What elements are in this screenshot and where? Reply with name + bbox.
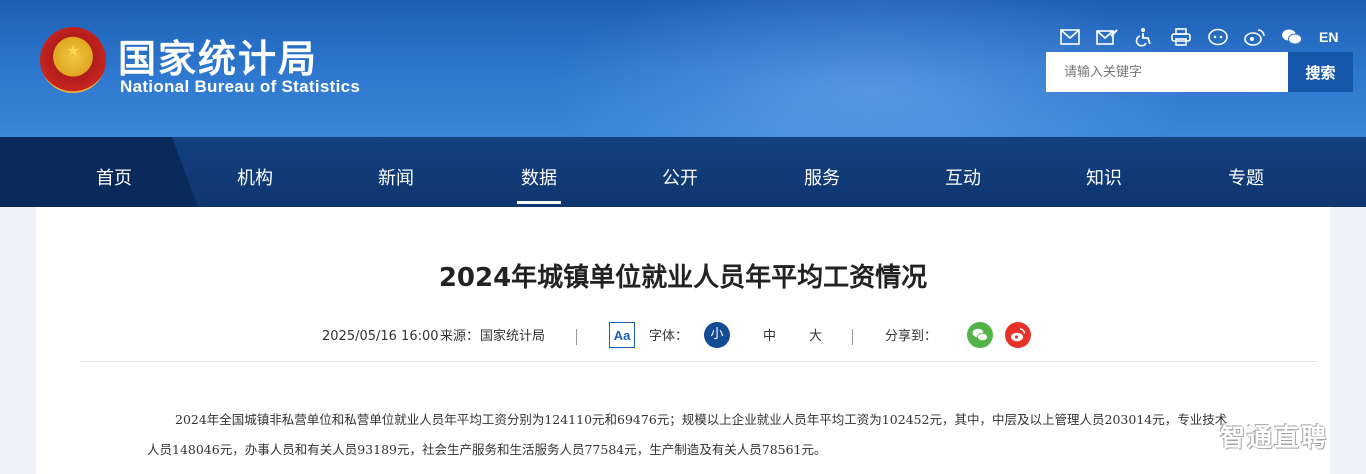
meta-divider <box>576 329 577 345</box>
nav-item-organization[interactable]: 机构 <box>215 137 295 207</box>
email-edit-icon[interactable] <box>1095 26 1119 48</box>
share-label: 分享到： <box>885 329 938 344</box>
nav-item-data[interactable]: 数据 <box>499 137 579 207</box>
wechat-icon[interactable] <box>1280 26 1304 48</box>
national-emblem-logo[interactable]: ★ <box>40 27 106 93</box>
star-icon: ★ <box>65 41 81 60</box>
nav-active-indicator <box>517 201 561 204</box>
print-icon[interactable] <box>1169 26 1193 48</box>
article-paragraph-line: 2024年全国城镇非私营单位和私营单位就业人员年平均工资分别为124110元和6… <box>175 412 1228 427</box>
english-language-link[interactable]: EN <box>1319 29 1338 45</box>
nav-item-news[interactable]: 新闻 <box>356 137 436 207</box>
main-navigation: 首页 机构 新闻 数据 公开 服务 互动 知识 专题 <box>0 137 1366 207</box>
header-toolbar: EN <box>1058 25 1338 49</box>
nav-item-services[interactable]: 服务 <box>782 137 862 207</box>
mini-program-icon[interactable] <box>1206 26 1230 48</box>
nav-item-knowledge[interactable]: 知识 <box>1064 137 1144 207</box>
search-input[interactable] <box>1046 52 1288 92</box>
article-divider <box>80 361 1317 362</box>
site-logo-chinese[interactable]: 国家统计局 <box>118 28 318 83</box>
weibo-icon[interactable] <box>1243 26 1267 48</box>
font-size-label: 字体： <box>649 329 689 344</box>
article-title: 2024年城镇单位就业人员年平均工资情况 <box>438 263 928 293</box>
share-wechat-icon[interactable] <box>967 322 993 348</box>
publish-date: 2025/05/16 16:00 <box>322 329 439 344</box>
source-name: 国家统计局 <box>480 329 546 344</box>
accessibility-icon[interactable] <box>1132 26 1156 48</box>
nav-item-home[interactable]: 首页 <box>74 137 154 207</box>
article-body: 2024年全国城镇非私营单位和私营单位就业人员年平均工资分别为124110元和6… <box>147 405 1248 465</box>
mail-icon[interactable] <box>1058 26 1082 48</box>
search-button[interactable]: 搜索 <box>1288 52 1353 92</box>
site-logo-english[interactable]: National Bureau of Statistics <box>120 77 360 97</box>
font-size-medium-button[interactable]: 中 <box>763 327 776 355</box>
share-weibo-icon[interactable] <box>1005 322 1031 348</box>
site-header: ★ 国家统计局 National Bureau of Statistics EN… <box>0 0 1366 137</box>
source-label: 来源： <box>440 329 480 344</box>
nav-item-topics[interactable]: 专题 <box>1206 137 1286 207</box>
article-paragraph-line: 人员148046元，办事人员和有关人员93189元，社会生产服务和生活服务人员7… <box>147 442 827 457</box>
nav-item-interaction[interactable]: 互动 <box>923 137 1003 207</box>
meta-divider <box>852 329 853 345</box>
font-toggle-button[interactable]: Aa <box>609 322 635 348</box>
font-size-small-button[interactable]: 小 <box>704 322 730 348</box>
watermark-text: 智通直聘 <box>1220 423 1329 452</box>
article-container: 2024年城镇单位就业人员年平均工资情况 2025/05/16 16:00 来源… <box>36 207 1330 474</box>
font-size-large-button[interactable]: 大 <box>809 327 822 355</box>
nav-item-public[interactable]: 公开 <box>640 137 720 207</box>
